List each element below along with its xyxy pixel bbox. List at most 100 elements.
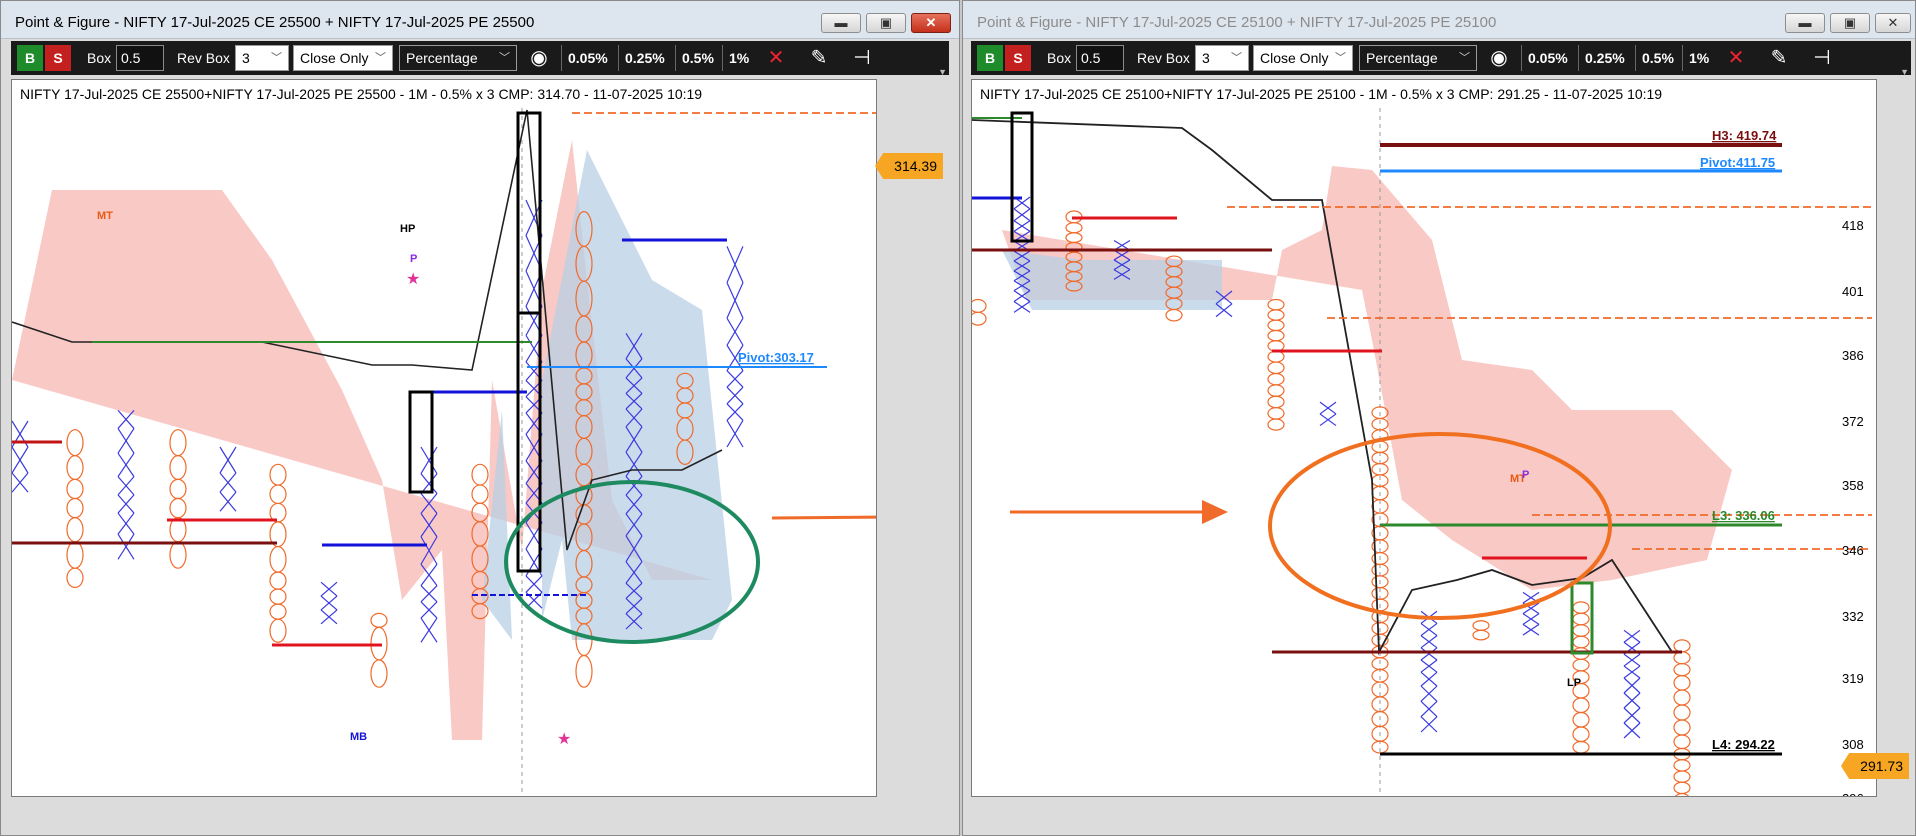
o-mark bbox=[66, 517, 84, 543]
annotation-p: P bbox=[410, 253, 417, 265]
maximize-button[interactable]: ▣ bbox=[1830, 13, 1870, 33]
pct-button-2[interactable]: 0.5% bbox=[675, 45, 720, 71]
sell-button[interactable]: S bbox=[45, 45, 71, 71]
o-mark bbox=[1165, 308, 1183, 322]
pencil-icon: ✎ bbox=[1770, 47, 1788, 69]
o-mark bbox=[1673, 639, 1691, 653]
title-bar[interactable]: Point & Figure - NIFTY 17-Jul-2025 CE 25… bbox=[963, 1, 1915, 39]
o-mark bbox=[1572, 635, 1590, 649]
pnf-column-6 bbox=[1267, 298, 1285, 431]
pct-button-3[interactable]: 1% bbox=[1682, 45, 1715, 71]
pnf-column-0 bbox=[972, 298, 987, 326]
o-mark bbox=[1572, 612, 1590, 626]
annotation-p: P bbox=[1522, 469, 1529, 481]
pin-button[interactable]: ⊣ bbox=[1807, 45, 1837, 71]
maximize-button[interactable]: ▣ bbox=[866, 13, 906, 33]
pct-button-3[interactable]: 1% bbox=[722, 45, 755, 71]
o-mark bbox=[1267, 418, 1285, 431]
rev-box-select[interactable]: 3 ﹀ bbox=[1195, 45, 1249, 71]
pin-button[interactable]: ⊣ bbox=[847, 45, 877, 71]
method-select[interactable]: Close Only ﹀ bbox=[293, 45, 393, 71]
buy-button[interactable]: B bbox=[17, 45, 43, 71]
y-tick-label: 401 bbox=[1842, 284, 1864, 299]
delete-button[interactable]: ✕ bbox=[761, 45, 791, 71]
close-button[interactable]: ✕ bbox=[911, 13, 951, 33]
star-icon: ★ bbox=[557, 731, 571, 748]
annotation-mt: MT bbox=[97, 210, 113, 222]
desktop: Point & Figure - NIFTY 17-Jul-2025 CE 25… bbox=[0, 0, 1916, 836]
o-mark bbox=[1673, 675, 1691, 691]
o-mark bbox=[1267, 319, 1285, 332]
o-mark bbox=[1267, 350, 1285, 363]
rev-box-select[interactable]: 3 ﹀ bbox=[235, 45, 289, 71]
chevron-down-icon: ﹀ bbox=[271, 52, 282, 64]
box-input[interactable]: 0.5 bbox=[116, 45, 164, 71]
pnf-window-right: Point & Figure - NIFTY 17-Jul-2025 CE 25… bbox=[962, 0, 1916, 836]
o-mark bbox=[1673, 689, 1691, 706]
method-value: Close Only bbox=[300, 50, 369, 66]
edit-button[interactable]: ✎ bbox=[804, 45, 834, 71]
sell-button[interactable]: S bbox=[1005, 45, 1031, 71]
window-title: Point & Figure - NIFTY 17-Jul-2025 CE 25… bbox=[977, 14, 1497, 31]
o-mark bbox=[66, 567, 84, 588]
title-bar[interactable]: Point & Figure - NIFTY 17-Jul-2025 CE 25… bbox=[1, 1, 959, 39]
chart-header: NIFTY 17-Jul-2025 CE 25500+NIFTY 17-Jul-… bbox=[20, 86, 703, 102]
o-mark bbox=[66, 497, 84, 519]
close-icon: ✕ bbox=[1887, 15, 1899, 30]
cmp-price-tag: 314.39 bbox=[875, 153, 943, 179]
window-title: Point & Figure - NIFTY 17-Jul-2025 CE 25… bbox=[15, 14, 535, 31]
method-select[interactable]: Close Only ﹀ bbox=[1253, 45, 1353, 71]
pct-button-0[interactable]: 0.05% bbox=[1521, 45, 1574, 71]
pct-button-1[interactable]: 0.25% bbox=[1578, 45, 1631, 71]
pct-button-2[interactable]: 0.5% bbox=[1635, 45, 1680, 71]
cmp-price-tag: 291.73 bbox=[1841, 753, 1909, 779]
pct-button-1[interactable]: 0.25% bbox=[618, 45, 671, 71]
delete-button[interactable]: ✕ bbox=[1721, 45, 1751, 71]
chevron-down-icon: ﹀ bbox=[375, 52, 386, 64]
pnf-column-6 bbox=[320, 581, 338, 625]
pnf-column-14 bbox=[1673, 639, 1691, 796]
chart-panel-left: MTHPP★MB★Pivot:303.173103073022992952922… bbox=[11, 79, 877, 797]
o-mark bbox=[370, 659, 388, 688]
toolbar: B S Box 0.5 Rev Box 3 ﹀ Close Only ﹀ Perce… bbox=[11, 41, 949, 77]
minimize-button[interactable]: ▬ bbox=[821, 13, 861, 33]
pct-button-0[interactable]: 0.05% bbox=[561, 45, 614, 71]
scale-select[interactable]: Percentage ﹀ bbox=[399, 45, 517, 71]
rev-box-label: Rev Box bbox=[1137, 50, 1190, 66]
o-mark bbox=[269, 463, 287, 486]
o-mark bbox=[1572, 697, 1590, 714]
minimize-button[interactable]: ▬ bbox=[1785, 13, 1825, 33]
o-mark bbox=[269, 484, 287, 505]
o-mark bbox=[169, 541, 187, 569]
box-input[interactable]: 0.5 bbox=[1076, 45, 1124, 71]
pnf-column-0 bbox=[12, 420, 29, 493]
refresh-button[interactable]: ◉ bbox=[1484, 45, 1514, 71]
resize-grip-icon[interactable]: ▼ bbox=[1900, 67, 1909, 77]
method-value: Close Only bbox=[1260, 50, 1329, 66]
maximize-icon: ▣ bbox=[1843, 15, 1857, 30]
buy-button[interactable]: B bbox=[977, 45, 1003, 71]
o-mark bbox=[66, 541, 84, 569]
toolbar: B S Box 0.5 Rev Box 3 ﹀ Close Only ﹀ Perce… bbox=[971, 41, 1911, 77]
o-mark bbox=[1673, 663, 1691, 677]
y-tick-label: 372 bbox=[1842, 414, 1864, 429]
edit-button[interactable]: ✎ bbox=[1764, 45, 1794, 71]
o-mark bbox=[1267, 395, 1285, 409]
refresh-button[interactable]: ◉ bbox=[524, 45, 554, 71]
rev-box-label: Rev Box bbox=[177, 50, 230, 66]
box-label: Box bbox=[87, 50, 112, 66]
resize-grip-icon[interactable]: ▼ bbox=[938, 67, 947, 77]
maximize-icon: ▣ bbox=[879, 15, 893, 30]
o-mark bbox=[1572, 740, 1590, 754]
pnf-chart-svg: MTPLPH3: 419.74Pivot:411.75L3: 336.06L4:… bbox=[972, 108, 1872, 796]
pnf-window-left: Point & Figure - NIFTY 17-Jul-2025 CE 25… bbox=[0, 0, 960, 836]
o-mark bbox=[66, 478, 84, 500]
close-button[interactable]: ✕ bbox=[1875, 13, 1911, 33]
o-mark bbox=[1267, 407, 1285, 420]
o-mark bbox=[1267, 309, 1285, 321]
scale-select[interactable]: Percentage ﹀ bbox=[1359, 45, 1477, 71]
o-mark bbox=[972, 311, 987, 326]
l3-label: L3: 336.06 bbox=[1712, 508, 1775, 523]
o-mark bbox=[269, 571, 287, 590]
o-mark bbox=[1673, 770, 1691, 783]
